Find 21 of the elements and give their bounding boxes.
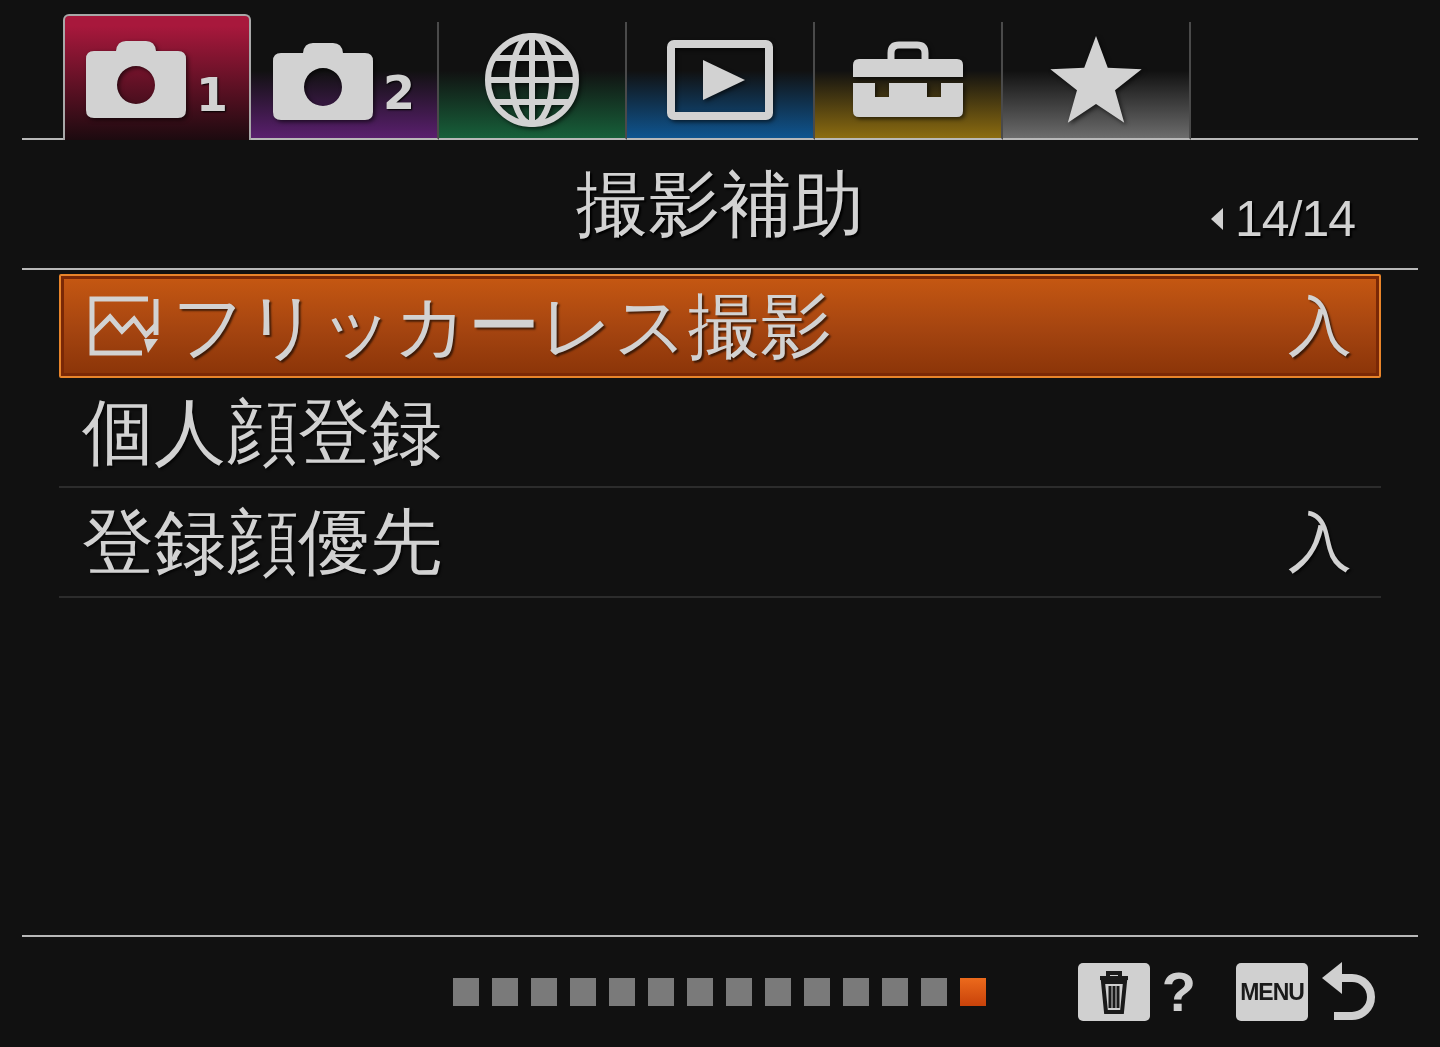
toolbox-icon [853, 41, 963, 119]
play-icon [667, 40, 773, 120]
star-icon [1050, 36, 1142, 124]
globe-icon [484, 32, 580, 128]
menu-title: 撮影補助 [576, 168, 864, 240]
menu-tab[interactable]: 2 [251, 22, 439, 140]
caret-left-icon [1210, 208, 1223, 230]
menu-tab[interactable]: 1 [63, 14, 251, 140]
camera-icon [273, 40, 373, 120]
page-number: 14/14 [1234, 194, 1355, 244]
menu-item[interactable]: 登録顔優先 入 [59, 488, 1381, 598]
menu-tab[interactable] [1003, 22, 1191, 140]
menu-tab[interactable] [815, 22, 1003, 140]
help-label: ? [1161, 964, 1196, 1020]
menu-item[interactable]: フリッカーレス撮影 入 [59, 274, 1381, 378]
trash-icon [1077, 963, 1150, 1021]
menu-tab[interactable] [627, 22, 815, 140]
menu-tab[interactable] [439, 22, 627, 140]
menu-key: MENU [1236, 963, 1308, 1021]
menu-item[interactable]: 個人顔登録 [59, 378, 1381, 488]
camera-icon [86, 38, 186, 118]
